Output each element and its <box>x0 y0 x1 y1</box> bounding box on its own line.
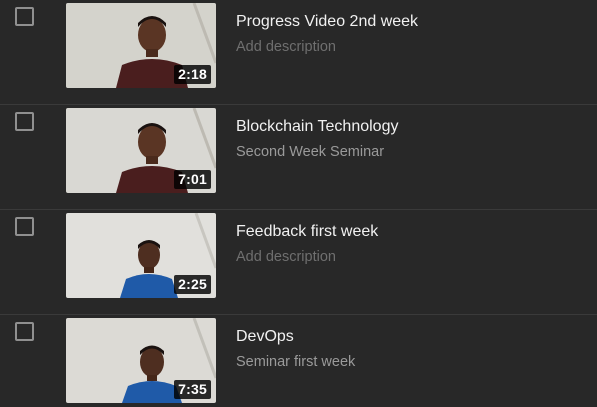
video-row: 7:35 DevOps Seminar first week <box>0 315 597 407</box>
select-checkbox[interactable] <box>15 322 34 341</box>
select-checkbox[interactable] <box>15 7 34 26</box>
video-list: 2:18 Progress Video 2nd week Add descrip… <box>0 0 597 407</box>
video-row: 7:01 Blockchain Technology Second Week S… <box>0 105 597 210</box>
video-title[interactable]: DevOps <box>236 327 294 347</box>
video-thumbnail[interactable]: 2:25 <box>66 213 216 298</box>
select-checkbox[interactable] <box>15 112 34 131</box>
duration-badge: 7:01 <box>174 170 211 189</box>
video-row: 2:18 Progress Video 2nd week Add descrip… <box>0 0 597 105</box>
duration-badge: 7:35 <box>174 380 211 399</box>
video-title[interactable]: Feedback first week <box>236 222 378 242</box>
video-description[interactable]: Seminar first week <box>236 353 355 371</box>
duration-badge: 2:18 <box>174 65 211 84</box>
video-title[interactable]: Blockchain Technology <box>236 117 398 137</box>
video-description[interactable]: Second Week Seminar <box>236 143 384 161</box>
video-row: 2:25 Feedback first week Add description <box>0 210 597 315</box>
video-description-placeholder[interactable]: Add description <box>236 38 336 56</box>
video-thumbnail[interactable]: 7:01 <box>66 108 216 193</box>
video-title[interactable]: Progress Video 2nd week <box>236 12 418 32</box>
video-thumbnail[interactable]: 7:35 <box>66 318 216 403</box>
duration-badge: 2:25 <box>174 275 211 294</box>
video-description-placeholder[interactable]: Add description <box>236 248 336 266</box>
video-thumbnail[interactable]: 2:18 <box>66 3 216 88</box>
select-checkbox[interactable] <box>15 217 34 236</box>
